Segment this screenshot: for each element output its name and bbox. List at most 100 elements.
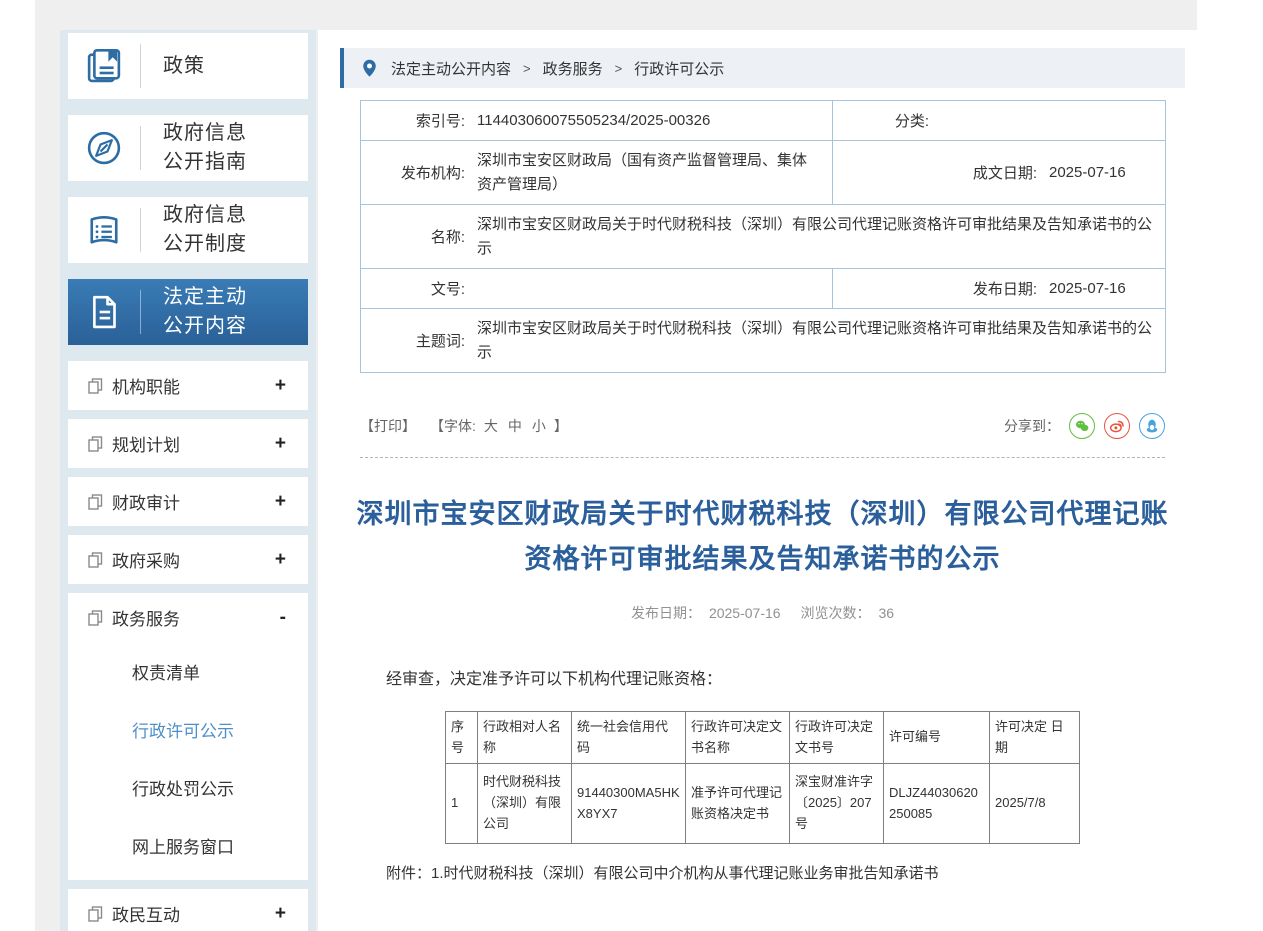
expand-toggle[interactable]: + xyxy=(275,903,286,925)
cell-counterpart-name: 时代财税科技（深圳）有限公司 xyxy=(478,764,572,844)
collapse-toggle[interactable]: - xyxy=(280,607,286,629)
sidebar-card-legal-disclosure[interactable]: 法定主动公开内容 xyxy=(68,279,308,345)
submenu-item-admin-penalty-publicity[interactable]: 行政处罚公示 xyxy=(68,758,308,816)
pages-icon xyxy=(88,610,103,626)
meta-value: 2025-07-16 xyxy=(1049,161,1126,184)
meta-label: 发布机构: xyxy=(369,162,465,183)
cell-seq: 1 xyxy=(446,764,478,844)
col-header-decision-doc-no: 行政许可决定文书号 xyxy=(790,712,884,764)
meta-cell-category: 分类: xyxy=(833,101,1166,141)
location-pin-icon xyxy=(362,59,377,78)
meta-cell-written-date: 成文日期: 2025-07-16 xyxy=(833,141,1166,205)
content-wrapper: 政策 政府信息公开指南 xyxy=(60,30,1197,931)
print-button[interactable]: 【打印】 xyxy=(360,416,416,436)
attachment-line: 附件：1.时代财税科技（深圳）有限公司中介机构从事代理记账业务审批告知承诺书 xyxy=(386,862,1185,883)
sidebar-item-label: 政务服务 xyxy=(112,605,280,630)
breadcrumb-separator: > xyxy=(523,61,531,76)
sidebar-item-org-functions[interactable]: 机构职能 + xyxy=(68,361,308,410)
breadcrumb-link-gov-services[interactable]: 政务服务 xyxy=(543,58,603,79)
sidebar-card-info-guide[interactable]: 政府信息公开指南 xyxy=(68,115,308,181)
expand-toggle[interactable]: + xyxy=(275,549,286,571)
article-meta-line: 发布日期：2025-07-16 浏览次数：36 xyxy=(340,603,1185,623)
views-label: 浏览次数： xyxy=(800,605,870,621)
breadcrumb-link-legal-disclosure[interactable]: 法定主动公开内容 xyxy=(391,58,511,79)
sidebar: 政策 政府信息公开指南 xyxy=(60,30,316,931)
breadcrumb-separator: > xyxy=(615,61,623,76)
col-header-decision-doc-name: 行政许可决定文书名称 xyxy=(686,712,790,764)
sidebar-item-planning[interactable]: 规划计划 + xyxy=(68,419,308,468)
publish-date-label: 发布日期： xyxy=(631,605,701,621)
sidebar-item-public-interaction[interactable]: 政民互动 + xyxy=(68,889,308,931)
sidebar-card-label: 政策 xyxy=(163,52,259,81)
sidebar-item-label: 政府采购 xyxy=(112,547,275,572)
sidebar-card-info-rules[interactable]: 政府信息公开制度 xyxy=(68,197,308,263)
meta-value: 深圳市宝安区财政局关于时代财税科技（深圳）有限公司代理记账资格许可审批结果及告知… xyxy=(477,317,1157,364)
meta-value: 2025-07-16 xyxy=(1049,277,1126,300)
divider xyxy=(140,44,141,88)
breadcrumb-link-admin-license[interactable]: 行政许可公示 xyxy=(634,58,724,79)
meta-cell-index: 索引号: 114403060075505234/2025-00326 xyxy=(361,101,833,141)
sidebar-card-policy[interactable]: 政策 xyxy=(68,33,308,99)
article-toolbar: 【打印】 【字体: 大 中 小 】 分享到： xyxy=(360,413,1165,439)
meta-label: 成文日期: xyxy=(841,162,1037,183)
submenu-item-duty-list[interactable]: 权责清单 xyxy=(68,642,308,700)
qq-share-icon[interactable] xyxy=(1139,413,1165,439)
cell-decision-doc-no: 深宝财准许字〔2025〕207号 xyxy=(790,764,884,844)
col-header-decision-date: 许可决定 日期 xyxy=(990,712,1080,764)
font-size-large-button[interactable]: 大 xyxy=(484,416,498,436)
sidebar-card-label: 政府信息公开制度 xyxy=(163,201,259,259)
divider xyxy=(140,208,141,252)
font-size-label-close: 】 xyxy=(554,416,568,436)
main-content: 法定主动公开内容 > 政务服务 > 行政许可公示 索引号: 1144030600… xyxy=(318,30,1197,931)
share-label: 分享到： xyxy=(1004,416,1060,436)
sidebar-item-gov-services[interactable]: 政务服务 - xyxy=(68,593,308,642)
font-size-small-button[interactable]: 小 xyxy=(532,416,546,436)
meta-cell-docno: 文号: xyxy=(361,269,833,309)
submenu-item-admin-license-publicity[interactable]: 行政许可公示 xyxy=(68,700,308,758)
dashed-divider xyxy=(360,457,1165,458)
pages-icon xyxy=(88,494,103,510)
meta-cell-pubdate: 发布日期: 2025-07-16 xyxy=(833,269,1166,309)
cell-credit-code: 91440300MA5HKX8YX7 xyxy=(572,764,686,844)
meta-value: 114403060075505234/2025-00326 xyxy=(477,109,710,132)
wechat-share-icon[interactable] xyxy=(1069,413,1095,439)
font-size-medium-button[interactable]: 中 xyxy=(508,416,522,436)
pages-icon xyxy=(88,436,103,452)
meta-label: 文号: xyxy=(369,278,465,299)
pages-icon xyxy=(88,378,103,394)
cell-decision-date: 2025/7/8 xyxy=(990,764,1080,844)
breadcrumb: 法定主动公开内容 > 政务服务 > 行政许可公示 xyxy=(340,48,1185,88)
expand-toggle[interactable]: + xyxy=(275,433,286,455)
col-header-credit-code: 统一社会信用代码 xyxy=(572,712,686,764)
meta-label: 主题词: xyxy=(369,330,465,351)
pages-icon xyxy=(88,552,103,568)
weibo-share-icon[interactable] xyxy=(1104,413,1130,439)
license-result-table: 序号 行政相对人名称 统一社会信用代码 行政许可决定文书名称 行政许可决定文书号… xyxy=(445,711,1080,844)
sidebar-item-gov-procurement[interactable]: 政府采购 + xyxy=(68,535,308,584)
col-header-seq: 序号 xyxy=(446,712,478,764)
meta-cell-publisher: 发布机构: 深圳市宝安区财政局（国有资产监督管理局、集体资产管理局） xyxy=(361,141,833,205)
compass-icon xyxy=(68,127,140,169)
font-size-label: 【字体: xyxy=(430,416,476,436)
book-icon xyxy=(68,45,140,87)
cell-decision-doc-name: 准予许可代理记账资格决定书 xyxy=(686,764,790,844)
sidebar-group-gov-services: 政务服务 - 权责清单 行政许可公示 行政处罚公示 网上服务窗口 xyxy=(68,593,308,880)
meta-cell-subject: 主题词: 深圳市宝安区财政局关于时代财税科技（深圳）有限公司代理记账资格许可审批… xyxy=(361,309,1166,373)
sidebar-item-label: 政民互动 xyxy=(112,901,275,926)
rules-icon xyxy=(68,209,140,251)
meta-label: 分类: xyxy=(841,110,929,131)
meta-value: 深圳市宝安区财政局（国有资产监督管理局、集体资产管理局） xyxy=(477,149,817,196)
meta-label: 发布日期: xyxy=(841,278,1037,299)
sidebar-item-fiscal-audit[interactable]: 财政审计 + xyxy=(68,477,308,526)
meta-label: 索引号: xyxy=(369,110,465,131)
sidebar-item-label: 财政审计 xyxy=(112,489,275,514)
document-meta-table: 索引号: 114403060075505234/2025-00326 分类: 发… xyxy=(360,100,1166,373)
expand-toggle[interactable]: + xyxy=(275,375,286,397)
sidebar-item-label: 规划计划 xyxy=(112,431,275,456)
publish-date-value: 2025-07-16 xyxy=(709,605,781,621)
meta-value: 深圳市宝安区财政局关于时代财税科技（深圳）有限公司代理记账资格许可审批结果及告知… xyxy=(477,213,1157,260)
expand-toggle[interactable]: + xyxy=(275,491,286,513)
cell-license-no: DLJZ44030620250085 xyxy=(884,764,990,844)
submenu-item-online-service-window[interactable]: 网上服务窗口 xyxy=(68,816,308,874)
article-title: 深圳市宝安区财政局关于时代财税科技（深圳）有限公司代理记账资格许可审批结果及告知… xyxy=(353,492,1173,581)
